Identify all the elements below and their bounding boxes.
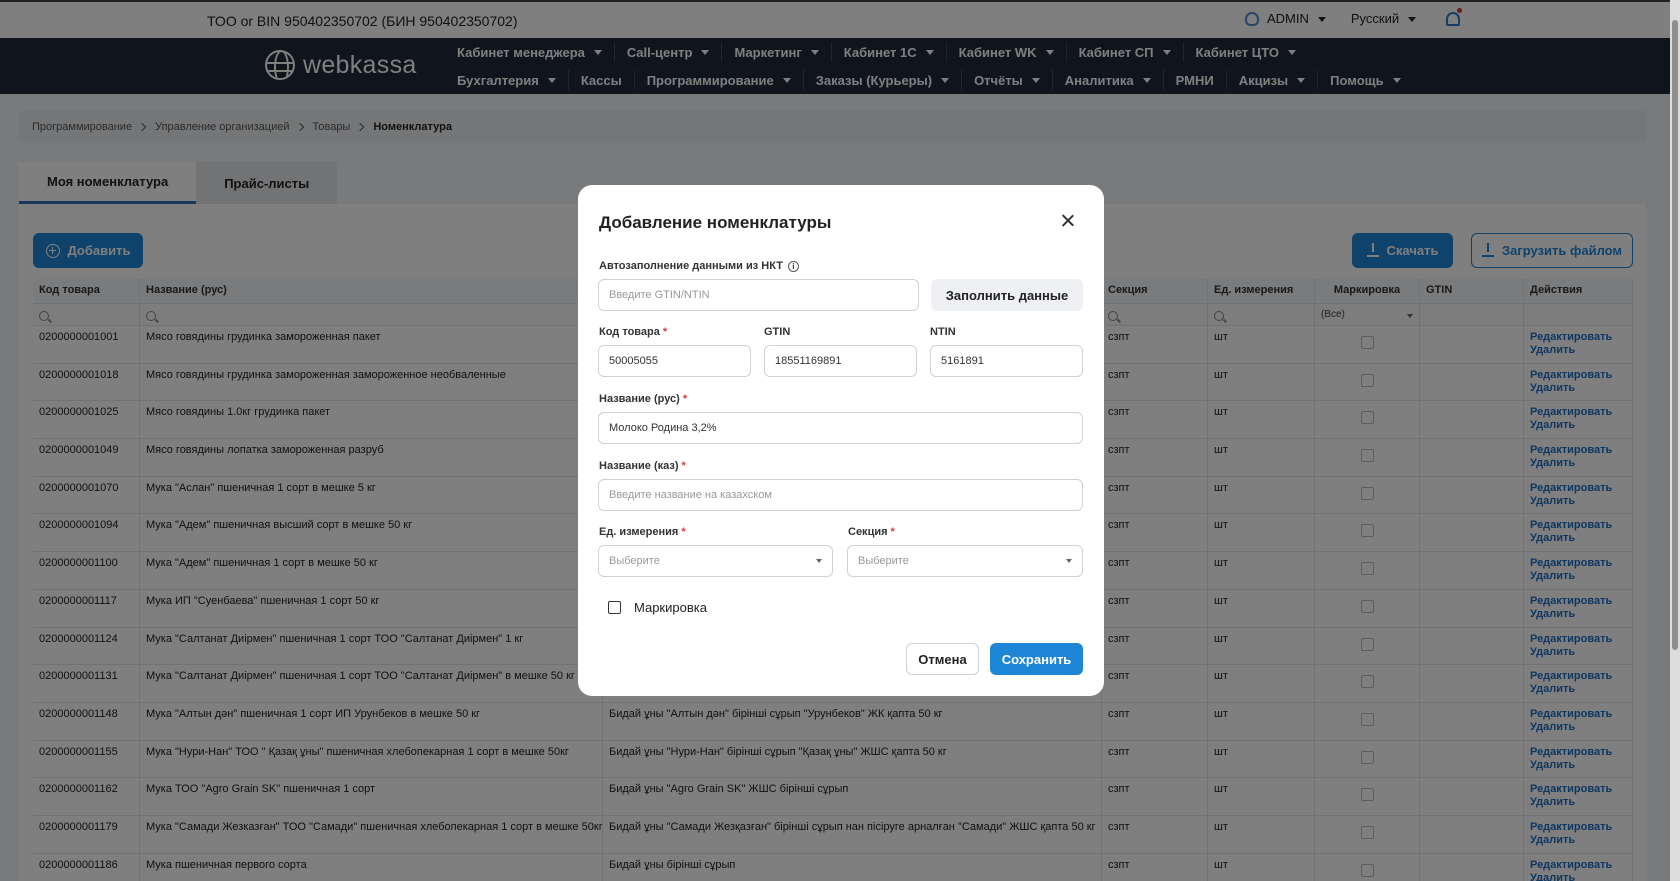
- section-label: Секция: [848, 526, 888, 538]
- close-icon[interactable]: [1060, 213, 1076, 229]
- name-ru-input[interactable]: Молоко Родина 3,2%: [598, 412, 1083, 444]
- unit-label: Ед. измерения: [599, 526, 679, 538]
- marking-checkbox[interactable]: [608, 601, 621, 614]
- required-mark: *: [662, 326, 668, 338]
- autofill-label-wrap: Автозаполнение данными из НКТ i: [599, 260, 799, 272]
- fill-data-button[interactable]: Заполнить данные: [931, 279, 1083, 311]
- section-label-wrap: Секция *: [848, 526, 895, 538]
- save-button[interactable]: Сохранить: [990, 643, 1083, 675]
- add-nomenclature-dialog: Добавление номенклатуры Автозаполнение д…: [578, 185, 1104, 696]
- required-mark: *: [682, 393, 688, 405]
- name-kz-label: Название (каз): [599, 460, 679, 472]
- name-ru-label: Название (рус): [599, 393, 680, 405]
- ntin-label: NTIN: [930, 326, 956, 338]
- name-ru-label-wrap: Название (рус) *: [599, 393, 687, 405]
- code-input[interactable]: 50005055: [598, 345, 751, 377]
- autofill-label: Автозаполнение данными из НКТ: [599, 260, 783, 272]
- autofill-gtin-input[interactable]: Введите GTIN/NTIN: [598, 279, 919, 311]
- page-scrollbar-thumb[interactable]: [1672, 20, 1678, 650]
- dialog-title: Добавление номенклатуры: [599, 213, 832, 232]
- code-label: Код товара: [599, 326, 660, 338]
- required-mark: *: [681, 526, 686, 538]
- required-mark: *: [890, 526, 895, 538]
- unit-label-wrap: Ед. измерения *: [599, 526, 686, 538]
- chevron-down-icon: [1066, 559, 1072, 563]
- gtin-input[interactable]: 18551169891: [764, 345, 917, 377]
- section-select-value: Выберите: [858, 555, 909, 567]
- code-label-wrap: Код товара *: [599, 326, 667, 338]
- name-kz-label-wrap: Название (каз) *: [599, 460, 686, 472]
- info-icon[interactable]: i: [787, 260, 799, 272]
- section-select[interactable]: Выберите: [847, 545, 1083, 577]
- marking-checkbox-label[interactable]: Маркировка: [634, 600, 707, 615]
- required-mark: *: [681, 460, 686, 472]
- ntin-input[interactable]: 5161891: [930, 345, 1083, 377]
- chevron-down-icon: [816, 559, 822, 563]
- gtin-label: GTIN: [764, 326, 791, 338]
- unit-select[interactable]: Выберите: [598, 545, 833, 577]
- cancel-button[interactable]: Отмена: [906, 643, 979, 675]
- unit-select-value: Выберите: [609, 555, 660, 567]
- name-kz-input[interactable]: Введите название на казахском: [598, 479, 1083, 511]
